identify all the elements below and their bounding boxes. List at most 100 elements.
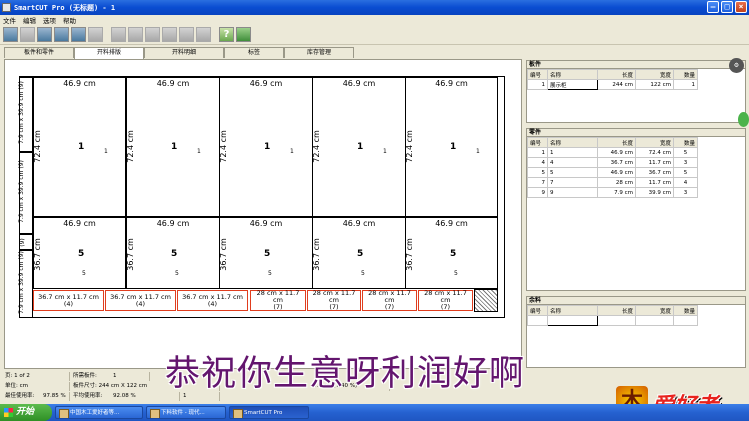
sheets-panel: 板件 编号 名称 长度 宽度 数量 1 展示柜 244 cm 122 cm 1 (526, 60, 746, 123)
menu-edit[interactable]: 编辑 (23, 15, 36, 25)
menu-file[interactable]: 文件 (3, 15, 16, 25)
app-icon (2, 3, 11, 12)
piece-id: 1 (78, 142, 85, 152)
part-piece-7[interactable]: 28 cm x 11.7 cm (7) (362, 290, 417, 311)
toolbar: ? (0, 25, 749, 45)
taskbar-item[interactable]: SmartCUT Pro (229, 406, 309, 419)
table-row[interactable]: 1 1 46.9 cm 72.4 cm 5 (527, 147, 698, 158)
prev-page-icon[interactable] (128, 27, 143, 42)
tab-inventory[interactable]: 库存管理 (284, 47, 354, 58)
part-piece[interactable]: 46.9 cm 72.4 cm 1 1 (405, 77, 498, 217)
col-width: 宽度 (635, 305, 674, 316)
panel-title: 板件 (527, 61, 745, 69)
save-icon[interactable] (71, 27, 86, 42)
table-row[interactable]: 4 4 36.7 cm 11.7 cm 3 (527, 157, 698, 168)
piece-small: 5 (82, 270, 86, 277)
piece-width: 46.9 cm (249, 79, 283, 88)
piece-small: 1 (290, 148, 294, 155)
window-controls: – □ × (707, 1, 747, 13)
col-length: 长度 (597, 305, 636, 316)
settings-icon[interactable]: ⚙ (729, 58, 744, 73)
tab-cutting-layout[interactable]: 开料排版 (74, 47, 144, 59)
col-no: 编号 (527, 69, 548, 80)
part-piece[interactable]: 46.9 cm 72.4 cm 1 1 (219, 77, 313, 217)
tab-sheets-parts[interactable]: 板件和零件 (4, 47, 74, 58)
table-row[interactable]: 5 5 46.9 cm 36.7 cm 5 (527, 167, 698, 178)
strip-piece[interactable]: 7.9 cm x 39.9 cm (9) (18, 250, 33, 318)
strip-piece[interactable]: (9) (19, 234, 33, 250)
piece-height: 72.4 cm (311, 130, 321, 163)
piece-id: 5 (171, 249, 178, 259)
piece-width: 46.9 cm (156, 219, 190, 228)
tab-labels[interactable]: 标签 (224, 47, 284, 58)
tab-cutting-details[interactable]: 开料明细 (144, 47, 224, 58)
status-best-label: 最佳使用率: (5, 393, 35, 399)
piece-height: 72.4 cm (32, 130, 42, 163)
piece-id: 5 (78, 249, 85, 259)
part-piece[interactable]: 46.9 cm 36.7 cm 5 5 (33, 217, 126, 289)
part-piece-4[interactable]: 36.7 cm x 11.7 cm (4) (33, 290, 104, 311)
table-row[interactable]: 7 7 28 cm 11.7 cm 4 (527, 177, 698, 188)
piece-height: 36.7 cm (404, 238, 414, 271)
layout-canvas[interactable]: 7.9 cm x 39.9 cm (9) 7.9 cm x 39.9 cm (9… (4, 59, 522, 369)
piece-id: 1 (264, 142, 271, 152)
col-qty: 数量 (673, 305, 698, 316)
print-icon[interactable] (88, 27, 103, 42)
refresh-icon[interactable] (3, 27, 18, 42)
first-page-icon[interactable] (111, 27, 126, 42)
piece-small: 1 (104, 148, 108, 155)
strip-piece[interactable]: 7.9 cm x 39.9 cm (9) (18, 77, 33, 152)
piece-height: 36.7 cm (32, 238, 42, 271)
strip-label: (9) (18, 238, 26, 247)
piece-height: 72.4 cm (218, 130, 228, 163)
taskbar-item[interactable]: 中国木工爱好者等... (55, 406, 143, 419)
piece-height: 36.7 cm (311, 238, 321, 271)
start-button[interactable]: 开始 (0, 404, 52, 421)
help-icon[interactable]: ? (219, 27, 234, 42)
piece-width: 46.9 cm (156, 79, 190, 88)
col-qty: 数量 (673, 69, 698, 80)
part-piece-7[interactable]: 28 cm x 11.7 cm (7) (307, 290, 361, 311)
table-row[interactable]: 1 展示柜 244 cm 122 cm 1 (527, 79, 698, 90)
tools-icon[interactable] (236, 27, 251, 42)
next-page-icon[interactable] (145, 27, 160, 42)
minimize-button[interactable]: – (707, 1, 719, 13)
table-row[interactable]: 9 9 7.9 cm 39.9 cm 3 (527, 187, 698, 198)
col-width: 宽度 (635, 69, 674, 80)
col-length: 长度 (597, 69, 636, 80)
strip-piece[interactable]: 7.9 cm x 39.9 cm (9) (17, 152, 33, 234)
piece-id: 5 (450, 249, 457, 259)
menu-help[interactable]: 帮助 (63, 15, 76, 25)
strip-label: 7.9 cm x 39.9 cm (9) (17, 160, 25, 223)
table-row[interactable] (527, 315, 698, 326)
part-piece[interactable]: 46.9 cm 36.7 cm 5 5 (126, 217, 220, 289)
col-name: 名称 (547, 305, 598, 316)
last-page-icon[interactable] (162, 27, 177, 42)
col-length: 长度 (597, 137, 636, 148)
new-icon[interactable] (37, 27, 52, 42)
optimize-icon[interactable] (20, 27, 35, 42)
open-icon[interactable] (54, 27, 69, 42)
zoom-in-icon[interactable] (179, 27, 194, 42)
title-bar[interactable]: SmartCUT Pro (无标题) - 1 – □ × (0, 0, 749, 15)
part-piece-7[interactable]: 28 cm x 11.7 cm (7) (250, 290, 306, 311)
part-piece[interactable]: 46.9 cm 72.4 cm 1 1 (312, 77, 406, 217)
part-piece-4[interactable]: 36.7 cm x 11.7 cm (4) (177, 290, 248, 311)
part-piece[interactable]: 46.9 cm 72.4 cm 1 1 (126, 77, 220, 217)
side-panel-icon[interactable] (738, 112, 749, 127)
part-piece[interactable]: 46.9 cm 36.7 cm 5 5 (405, 217, 498, 289)
menu-bar: 文件 编辑 选项 帮助 (0, 15, 749, 25)
part-piece[interactable]: 46.9 cm 72.4 cm 1 1 (33, 77, 126, 217)
taskbar-item[interactable]: 下料软件 - 现代... (146, 406, 226, 419)
piece-count: (7) (384, 303, 395, 311)
piece-small: 1 (476, 148, 480, 155)
part-piece-7[interactable]: 28 cm x 11.7 cm (7) (418, 290, 473, 311)
part-piece[interactable]: 46.9 cm 36.7 cm 5 5 (312, 217, 406, 289)
part-piece[interactable]: 46.9 cm 36.7 cm 5 5 (219, 217, 313, 289)
menu-options[interactable]: 选项 (43, 15, 56, 25)
maximize-button[interactable]: □ (721, 1, 733, 13)
piece-width: 46.9 cm (249, 219, 283, 228)
close-button[interactable]: × (735, 1, 747, 13)
part-piece-4[interactable]: 36.7 cm x 11.7 cm (4) (105, 290, 176, 311)
zoom-out-icon[interactable] (196, 27, 211, 42)
